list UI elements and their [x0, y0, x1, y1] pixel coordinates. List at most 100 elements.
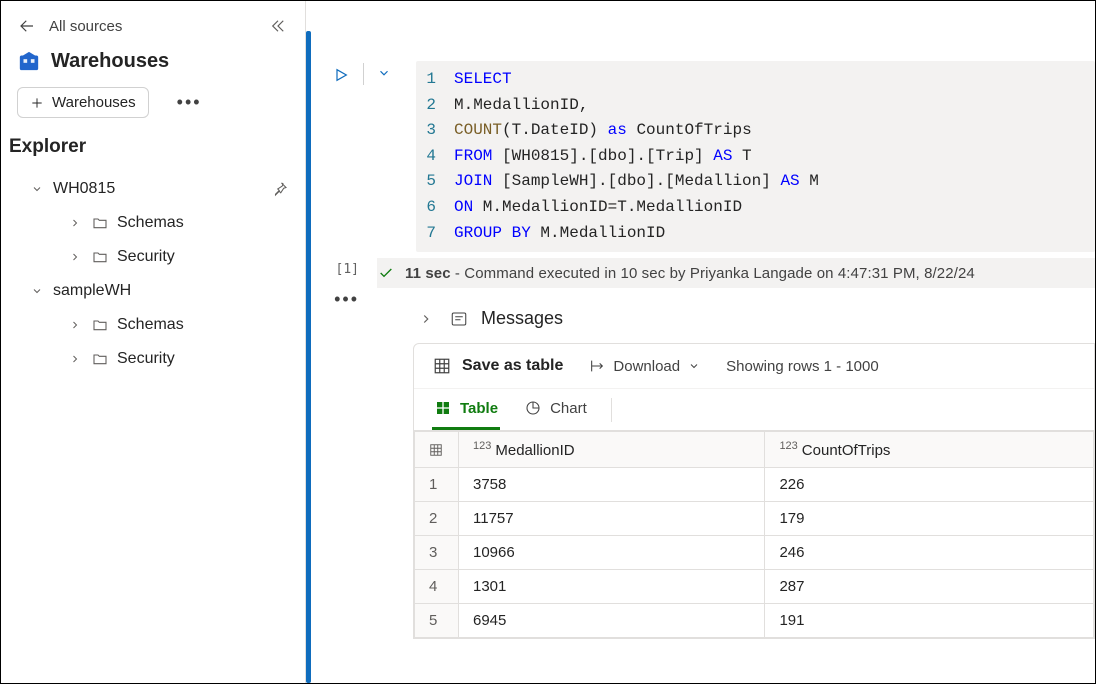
table-row[interactable]: 41301287	[415, 570, 1094, 604]
column-header-countoftrips[interactable]: 123CountOfTrips	[765, 432, 1094, 468]
tree-item-wh0815[interactable]: WH0815	[17, 172, 295, 206]
cell-more-icon[interactable]: •••	[329, 295, 359, 304]
download-label: Download	[613, 358, 680, 375]
download-button[interactable]: Download	[589, 358, 700, 375]
warehouse-icon	[17, 49, 41, 73]
back-row[interactable]: All sources	[17, 16, 122, 36]
showing-rows-label: Showing rows 1 - 1000	[726, 358, 879, 375]
tree-item-security[interactable]: Security	[17, 342, 295, 376]
code-line: 6ON M.MedallionID=T.MedallionID	[416, 195, 1085, 221]
separator	[363, 63, 364, 85]
success-check-icon	[377, 264, 395, 282]
sidebar: All sources Warehouses Warehouses ••• Ex…	[1, 1, 306, 683]
table-row[interactable]: 13758226	[415, 468, 1094, 502]
table-cell[interactable]: 191	[765, 604, 1094, 638]
row-number: 3	[415, 536, 459, 570]
status-bar: 11 sec - Command executed in 10 sec by P…	[377, 258, 1095, 288]
add-button-label: Warehouses	[52, 94, 136, 111]
chevron-right-icon	[69, 319, 83, 331]
row-number: 2	[415, 502, 459, 536]
folder-icon	[91, 214, 109, 232]
table-corner[interactable]	[415, 432, 459, 468]
cell-marker: [1]	[329, 262, 359, 277]
tree-label: WH0815	[53, 180, 115, 198]
title-row: Warehouses	[1, 45, 305, 83]
tree-label: Security	[117, 248, 175, 266]
run-button[interactable]	[329, 63, 353, 87]
tree-item-samplewh[interactable]: sampleWH	[17, 274, 295, 308]
main: 1SELECT2M.MedallionID,3COUNT(T.DateID) a…	[311, 1, 1095, 683]
tree-label: sampleWH	[53, 282, 131, 300]
table-cell[interactable]: 1301	[459, 570, 765, 604]
table-row[interactable]: 310966246	[415, 536, 1094, 570]
row-number: 4	[415, 570, 459, 604]
tab-label: Table	[460, 400, 498, 417]
column-header-medallionid[interactable]: 123MedallionID	[459, 432, 765, 468]
table-cell[interactable]: 287	[765, 570, 1094, 604]
save-as-table-button[interactable]: Save as table	[432, 356, 563, 376]
code-editor[interactable]: 1SELECT2M.MedallionID,3COUNT(T.DateID) a…	[416, 61, 1095, 252]
chevron-down-icon	[31, 285, 45, 297]
tree-label: Security	[117, 350, 175, 368]
table-row[interactable]: 211757179	[415, 502, 1094, 536]
plus-icon	[30, 96, 44, 110]
code-line: 4FROM [WH0815].[dbo].[Trip] AS T	[416, 144, 1085, 170]
folder-icon	[91, 248, 109, 266]
chevron-right-icon	[69, 353, 83, 365]
code-line: 5JOIN [SampleWH].[dbo].[Medallion] AS M	[416, 169, 1085, 195]
chevron-down-icon	[688, 360, 700, 372]
tab-chart[interactable]: Chart	[522, 389, 589, 430]
pie-chart-icon	[524, 399, 542, 417]
chevron-down-icon	[31, 183, 45, 195]
folder-icon	[91, 316, 109, 334]
table-grid-icon	[434, 399, 452, 417]
explorer-heading: Explorer	[1, 132, 305, 168]
cell-marker-col: [1] •••	[311, 252, 359, 304]
tab-table[interactable]: Table	[432, 389, 500, 430]
table-cell[interactable]: 10966	[459, 536, 765, 570]
results-tabs: Table Chart	[414, 389, 1094, 431]
run-dropdown-icon[interactable]	[374, 63, 394, 83]
results-toolbar: Save as table Download Showing rows 1 - …	[414, 344, 1094, 389]
back-label: All sources	[49, 18, 122, 35]
table-cell[interactable]: 246	[765, 536, 1094, 570]
messages-row[interactable]: Messages	[359, 288, 1095, 343]
tree-label: Schemas	[117, 316, 184, 334]
messages-icon	[449, 309, 469, 329]
folder-icon	[91, 350, 109, 368]
export-icon	[589, 358, 605, 374]
sidebar-header: All sources	[1, 9, 305, 45]
chevron-right-icon	[419, 312, 437, 326]
tree-item-security[interactable]: Security	[17, 240, 295, 274]
chevron-right-icon	[69, 217, 83, 229]
editor-toolbar-row: 1SELECT2M.MedallionID,3COUNT(T.DateID) a…	[311, 21, 1095, 252]
collapse-sidebar-icon[interactable]	[267, 15, 289, 37]
add-row: Warehouses •••	[1, 83, 305, 132]
table-cell[interactable]: 11757	[459, 502, 765, 536]
tree-item-schemas[interactable]: Schemas	[17, 206, 295, 240]
save-as-table-label: Save as table	[462, 357, 563, 375]
tree: WH0815 Schemas Security sampleWH Schemas…	[1, 168, 305, 376]
code-line: 2M.MedallionID,	[416, 93, 1085, 119]
add-warehouse-button[interactable]: Warehouses	[17, 87, 149, 118]
back-arrow-icon	[17, 16, 37, 36]
code-line: 1SELECT	[416, 67, 1085, 93]
messages-label: Messages	[481, 308, 563, 329]
results-table: 123MedallionID 123CountOfTrips 137582262…	[414, 431, 1094, 638]
table-cell[interactable]: 6945	[459, 604, 765, 638]
table-icon	[432, 356, 452, 376]
table-cell[interactable]: 179	[765, 502, 1094, 536]
table-cell[interactable]: 3758	[459, 468, 765, 502]
separator	[611, 398, 612, 422]
status-text: 11 sec - Command executed in 10 sec by P…	[405, 265, 975, 282]
table-cell[interactable]: 226	[765, 468, 1094, 502]
pin-icon[interactable]	[271, 180, 289, 198]
tree-item-schemas[interactable]: Schemas	[17, 308, 295, 342]
row-number: 1	[415, 468, 459, 502]
more-options-icon[interactable]: •••	[177, 98, 202, 107]
code-line: 7GROUP BY M.MedallionID	[416, 221, 1085, 247]
code-line: 3COUNT(T.DateID) as CountOfTrips	[416, 118, 1085, 144]
page-title: Warehouses	[51, 50, 169, 73]
table-row[interactable]: 56945191	[415, 604, 1094, 638]
tab-label: Chart	[550, 400, 587, 417]
